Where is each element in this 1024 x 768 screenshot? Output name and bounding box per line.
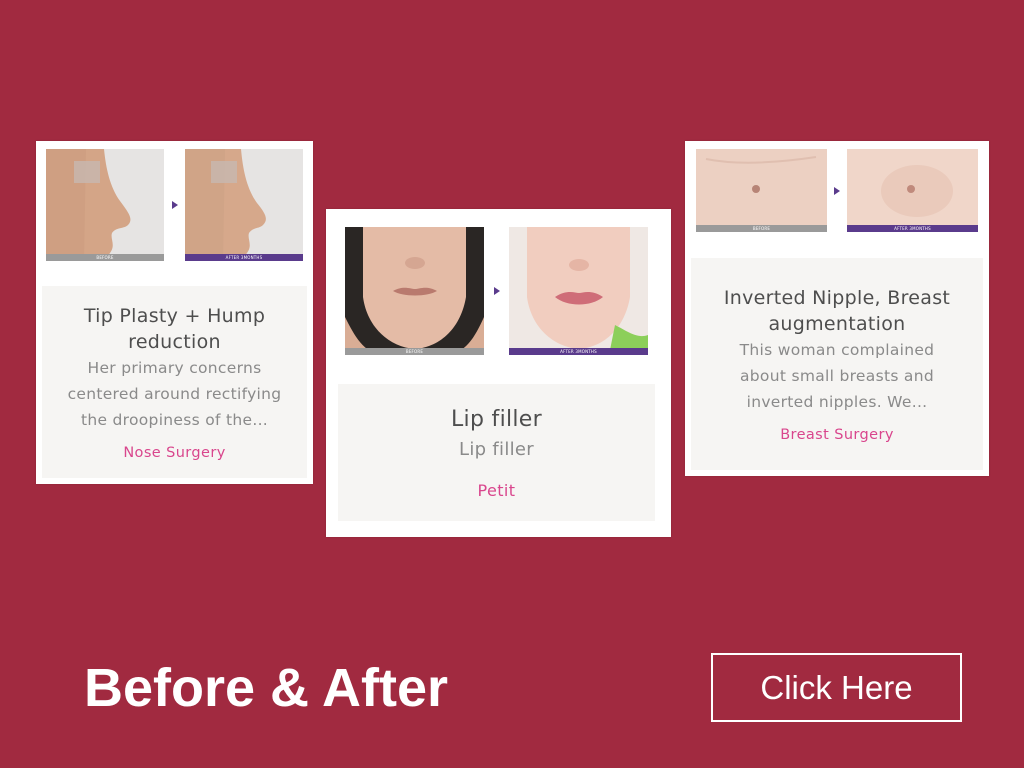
arrow-right-icon xyxy=(834,186,840,195)
after-bar: AFTER 3MONTHS xyxy=(185,254,303,261)
after-photo: AFTER 3MONTHS xyxy=(847,149,978,232)
category-link[interactable]: Nose Surgery xyxy=(123,445,225,461)
before-photo: BEFORE xyxy=(345,227,484,355)
nose-profile-before-image xyxy=(46,149,164,261)
case-card-breast[interactable]: BEFORE AFTER 3MONTHS Inverted Nipple, Br… xyxy=(685,141,989,476)
category-link[interactable]: Breast Surgery xyxy=(780,427,894,443)
arrow-right-icon xyxy=(171,201,178,209)
card-text-panel: Tip Plasty + Hump reduction Her primary … xyxy=(42,286,307,478)
case-title: Lip filler xyxy=(451,407,542,432)
after-bar: AFTER 3MONTHS xyxy=(509,348,648,355)
card-text-panel: Inverted Nipple, Breast augmentation Thi… xyxy=(691,258,983,470)
lip-before-image xyxy=(345,227,484,355)
case-title: Inverted Nipple, Breast augmentation xyxy=(723,287,951,335)
breast-after-image xyxy=(847,149,978,232)
before-after-photos: BEFORE AFTER 3MONTHS xyxy=(46,149,303,261)
after-bar: AFTER 3MONTHS xyxy=(847,225,978,232)
case-description: Her primary concerns centered around rec… xyxy=(67,359,282,429)
before-bar: BEFORE xyxy=(345,348,484,355)
card-text-panel: Lip filler Lip filler Petit xyxy=(338,384,655,521)
before-photo: BEFORE xyxy=(696,149,827,232)
before-after-photos: BEFORE AFTER 3MONTHS xyxy=(345,227,648,355)
page: BEFORE AFTER 3MONTHS Tip Plasty + Hump r… xyxy=(0,0,1024,768)
before-bar: BEFORE xyxy=(696,225,827,232)
breast-before-image xyxy=(696,149,827,232)
after-photo: AFTER 3MONTHS xyxy=(185,149,303,261)
nose-profile-after-image xyxy=(185,149,303,261)
before-after-photos: BEFORE AFTER 3MONTHS xyxy=(696,149,978,232)
after-photo: AFTER 3MONTHS xyxy=(509,227,648,355)
case-description: Lip filler xyxy=(459,439,534,460)
case-card-nose[interactable]: BEFORE AFTER 3MONTHS Tip Plasty + Hump r… xyxy=(36,141,313,484)
case-description: This woman complained about small breast… xyxy=(739,341,935,411)
arrow-right-icon xyxy=(493,287,500,295)
before-photo: BEFORE xyxy=(46,149,164,261)
before-bar: BEFORE xyxy=(46,254,164,261)
category-link[interactable]: Petit xyxy=(478,481,516,500)
headline: Before & After xyxy=(84,658,449,718)
case-card-lip[interactable]: BEFORE AFTER 3MONTHS Lip filler Lip fill… xyxy=(326,209,671,537)
click-here-button[interactable]: Click Here xyxy=(711,653,962,722)
case-title: Tip Plasty + Hump reduction xyxy=(83,305,266,353)
lip-after-image xyxy=(509,227,648,355)
